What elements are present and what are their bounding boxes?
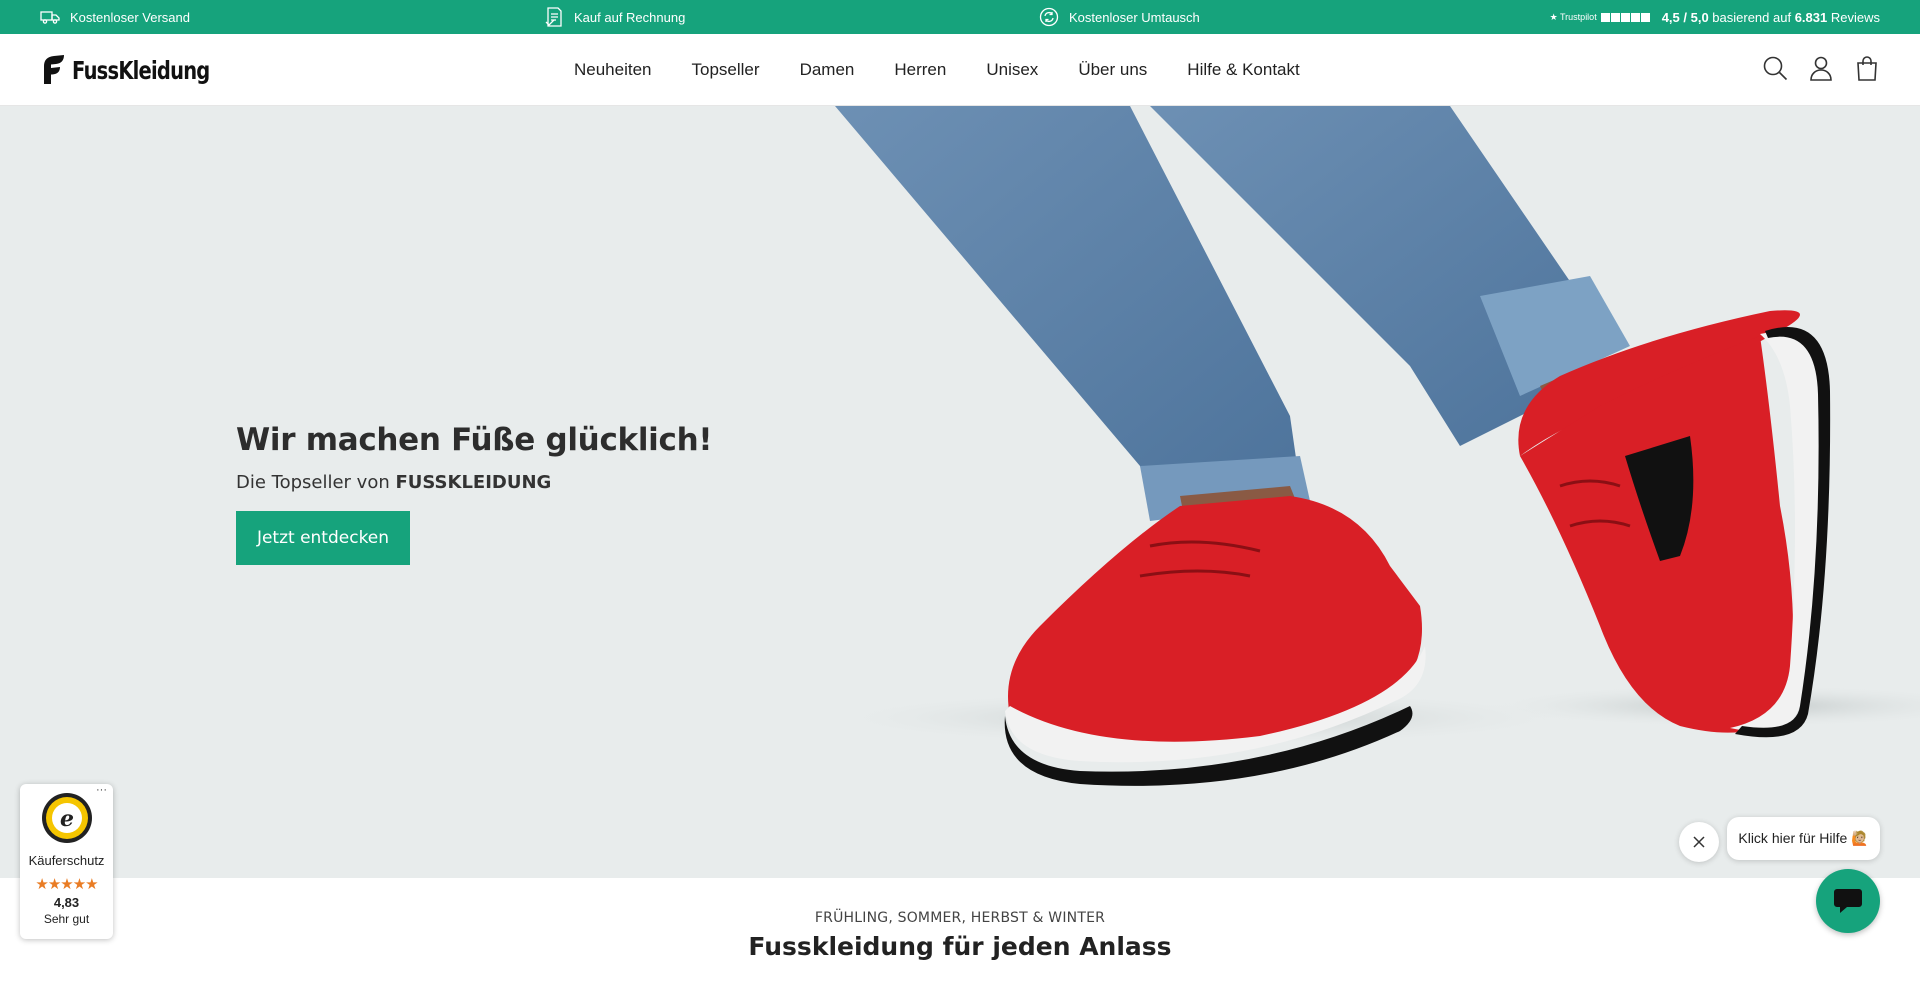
cart-icon[interactable] xyxy=(1854,54,1880,82)
hero-brand: FUSSKLEIDUNG xyxy=(395,472,552,493)
nav-unisex[interactable]: Unisex xyxy=(986,60,1038,80)
nav-damen[interactable]: Damen xyxy=(800,60,855,80)
rating-grade: Sehr gut xyxy=(43,912,90,926)
chat-icon xyxy=(1834,889,1862,913)
chat-prompt-bubble[interactable]: Klick hier für Hilfe 🙋🏼 xyxy=(1727,817,1880,860)
usp-exchange: Kostenloser Umtausch xyxy=(1039,0,1200,34)
leaf-icon xyxy=(44,55,64,84)
announcement-bar: Kostenloser Versand Kauf auf Rechnung Ko… xyxy=(0,0,1920,34)
more-options-icon[interactable]: ··· xyxy=(96,784,107,796)
trustpilot-logo: ★ Trustpilot xyxy=(1549,11,1597,22)
usp-exchange-label: Kostenloser Umtausch xyxy=(1069,9,1200,25)
hero-banner: Wir machen Füße glücklich! Die Topseller… xyxy=(0,106,1920,878)
svg-text:e: e xyxy=(60,806,74,832)
site-header: FussKleidung Neuheiten Topseller Damen H… xyxy=(0,34,1920,106)
usp-shipping: Kostenloser Versand xyxy=(40,0,190,34)
buyer-protection-label: Käuferschutz xyxy=(28,853,105,868)
nav-herren[interactable]: Herren xyxy=(894,60,946,80)
hero-cta-button[interactable]: Jetzt entdecken xyxy=(236,511,410,565)
trustpilot-text: 4,5 / 5,0 basierend auf 6.831 Reviews xyxy=(1661,9,1880,25)
chat-dismiss-button[interactable] xyxy=(1679,822,1719,862)
usp-invoice-label: Kauf auf Rechnung xyxy=(574,9,686,25)
trusted-shops-seal-icon: e xyxy=(41,793,92,843)
search-icon[interactable] xyxy=(1762,54,1788,82)
hero-copy: Wir machen Füße glücklich! Die Topseller… xyxy=(236,422,712,565)
exchange-icon xyxy=(1039,7,1059,27)
nav-ueber-uns[interactable]: Über uns xyxy=(1078,60,1147,80)
usp-invoice: Kauf auf Rechnung xyxy=(544,0,685,34)
usp-shipping-label: Kostenloser Versand xyxy=(70,9,190,25)
nav-neuheiten[interactable]: Neuheiten xyxy=(574,60,652,80)
truck-icon xyxy=(40,7,60,27)
nav-hilfe-kontakt[interactable]: Hilfe & Kontakt xyxy=(1187,60,1299,80)
rating-stars: ★★★★★ xyxy=(35,876,98,893)
rating-score: 4,83 xyxy=(53,895,80,910)
brand-wordmark: FussKleidung xyxy=(72,55,210,85)
close-icon xyxy=(1693,836,1705,848)
invoice-icon xyxy=(544,7,564,27)
trustpilot-rating[interactable]: ★ Trustpilot 4,5 / 5,0 basierend auf 6.8… xyxy=(1550,0,1880,34)
nav-topseller[interactable]: Topseller xyxy=(692,60,760,80)
trusted-shops-badge[interactable]: ··· e Käuferschutz ★★★★★ 4,83 Sehr gut xyxy=(20,784,113,939)
main-nav: Neuheiten Topseller Damen Herren Unisex … xyxy=(574,34,1340,106)
section-eyebrow: FRÜHLING, SOMMER, HERBST & WINTER xyxy=(814,910,1106,926)
brand-logo[interactable]: FussKleidung xyxy=(40,52,248,88)
occasion-section: FRÜHLING, SOMMER, HERBST & WINTER Fusskl… xyxy=(0,878,1920,993)
hero-title: Wir machen Füße glücklich! xyxy=(236,422,713,458)
account-icon[interactable] xyxy=(1808,54,1834,82)
chat-launcher-button[interactable] xyxy=(1816,869,1880,933)
header-actions xyxy=(1762,54,1880,82)
trustpilot-stars xyxy=(1600,12,1650,22)
section-title: Fusskleidung für jeden Anlass xyxy=(748,932,1172,961)
hero-subtitle: Die Topseller von FUSSKLEIDUNG xyxy=(236,472,552,493)
